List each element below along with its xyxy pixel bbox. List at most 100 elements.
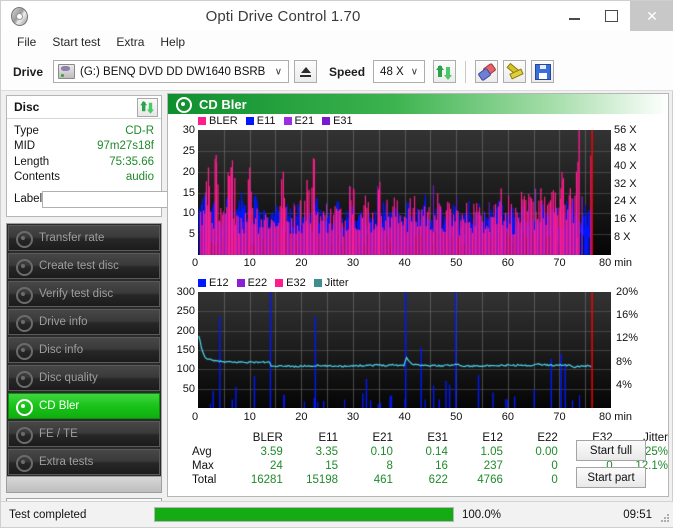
- sidebar-item-verify-test-disc[interactable]: Verify test disc: [8, 281, 160, 307]
- start-part-button[interactable]: Start part: [576, 467, 646, 488]
- speed-label: Speed: [329, 64, 366, 79]
- title-bar: Opti Drive Control 1.70 ✕: [1, 1, 673, 32]
- resize-grip-icon[interactable]: [660, 514, 670, 524]
- stats-col-header-e31: E31: [427, 432, 448, 444]
- bler-legend: BLER E11 E21 E31: [198, 115, 358, 127]
- legend-swatch-e31: [322, 117, 331, 125]
- bler-xtick-2: 20: [295, 257, 308, 269]
- save-button[interactable]: [531, 60, 555, 83]
- sidebar-item-cd-bler[interactable]: CD Bler: [8, 393, 160, 419]
- disc-row-contents-key: Contents: [14, 171, 61, 184]
- jitter-xtick-6: 60: [501, 411, 514, 423]
- start-part-label-box: Start part: [576, 467, 646, 488]
- disc-panel-title: Disc: [14, 100, 40, 114]
- menu-item-extra[interactable]: Extra: [108, 33, 152, 51]
- menu-item-file[interactable]: File: [9, 33, 44, 51]
- jitter-y2tick-0: 4%: [616, 378, 632, 391]
- erase-button[interactable]: [475, 60, 499, 83]
- disc-refresh-button[interactable]: [137, 97, 158, 117]
- jitter-plot-canvas[interactable]: [198, 292, 611, 408]
- sidebar-item-extra-tests[interactable]: Extra tests: [8, 449, 160, 475]
- sidebar-item-fe-te[interactable]: FE / TE: [8, 421, 160, 447]
- sidebar-label-transfer-rate: Transfer rate: [39, 232, 105, 244]
- jitter-xtick-4: 40: [398, 411, 411, 423]
- elapsed-time: 09:51: [623, 508, 652, 521]
- legend-swatch-e12: [198, 279, 206, 287]
- sidebar-label-verify-test-disc: Verify test disc: [39, 288, 114, 300]
- disc-icon-disc-info: [16, 342, 33, 360]
- disc-row-mid-key: MID: [14, 140, 36, 153]
- tools-button[interactable]: [503, 60, 527, 83]
- refresh-button[interactable]: [433, 60, 457, 83]
- opti-drive-control-window: Opti Drive Control 1.70 ✕ File Start tes…: [0, 0, 673, 528]
- cd-bler-card-header: CD Bler: [168, 94, 668, 114]
- disc-label-row: Label: [14, 188, 247, 210]
- refresh-icon-disc: [140, 101, 154, 114]
- jitter-xtick-3: 30: [346, 411, 360, 423]
- jitter-xtick-1: 10: [243, 411, 256, 423]
- stats-col-header-row-label: [186, 432, 228, 445]
- legend-swatch-e11: [245, 117, 254, 125]
- sidebar-item-drive-info[interactable]: Drive info: [8, 309, 160, 335]
- drive-icon: [58, 64, 76, 79]
- bler-xtick-1: 10: [243, 257, 256, 269]
- toolbar-divider: [465, 60, 467, 83]
- legend-swatch-e21: [283, 117, 292, 125]
- maximize-button[interactable]: [593, 1, 630, 31]
- stats-col-header-e11: E11: [318, 432, 339, 444]
- stats-cell-max-e21: 8: [386, 460, 393, 472]
- stats-cell-max-e11: 15: [325, 460, 339, 472]
- start-part-label: Start part: [587, 471, 635, 484]
- jitter-y2tick-1: 8%: [616, 355, 632, 368]
- sidebar-label-fe-te: FE / TE: [39, 428, 78, 440]
- progress-bar: [154, 507, 454, 522]
- disc-info-list: Type CD-R MID 97m27s18f Length 75:35.66 …: [7, 119, 247, 216]
- eject-button[interactable]: [294, 60, 318, 83]
- stats-col-header-e21: E21: [372, 432, 393, 444]
- stats-row-label-max: Max: [192, 460, 214, 472]
- eject-icon: [300, 66, 311, 73]
- jitter-ytick-2: 150: [176, 344, 195, 356]
- sidebar-item-disc-info[interactable]: Disc info: [8, 337, 160, 363]
- bler-ytick-0: 5: [188, 228, 195, 241]
- menu-item-help[interactable]: Help: [152, 33, 193, 51]
- menu-item-start-test[interactable]: Start test: [44, 33, 108, 51]
- legend-entry-e21: E21: [283, 115, 314, 127]
- legend-entry-jitter: Jitter: [313, 277, 349, 289]
- legend-entry-e12: E12: [198, 277, 229, 289]
- speed-select[interactable]: 48 X ∨: [373, 60, 426, 83]
- chevron-down-icon-speed: ∨: [410, 66, 419, 77]
- start-full-button[interactable]: Start full: [576, 440, 646, 461]
- cd-bler-card: CD Bler BLER E11 E21 E31 5 10 15 20 25 30 8 X 16 …: [167, 93, 669, 497]
- status-message: Test completed: [9, 508, 87, 521]
- bler-xtick-5: 50: [450, 257, 463, 269]
- disc-icon-fe-te: [16, 426, 33, 444]
- sidebar-item-transfer-rate[interactable]: Transfer rate: [8, 225, 160, 251]
- sidebar-item-disc-quality[interactable]: Disc quality: [8, 365, 160, 391]
- legend-entry-e32: E32: [275, 277, 306, 289]
- bler-xtick-0: 0: [192, 257, 199, 269]
- bler-plot-canvas[interactable]: [198, 130, 611, 255]
- disc-icon-cd-bler: [16, 398, 33, 416]
- toolbar: Drive (G:) BENQ DVD DD DW1640 BSRB ∨ Spe…: [1, 53, 673, 91]
- close-button[interactable]: ✕: [630, 1, 673, 31]
- bler-y2tick-0: 8 X: [614, 231, 631, 244]
- disc-icon-verify-test-disc: [16, 286, 33, 304]
- stats-cell-total-bler: 16281: [250, 474, 283, 486]
- jitter-ytick-3: 200: [176, 324, 195, 337]
- drive-select[interactable]: (G:) BENQ DVD DD DW1640 BSRB ∨: [53, 60, 290, 83]
- jitter-y2tick-3: 16%: [616, 309, 639, 322]
- disc-row-length-key: Length: [14, 155, 50, 168]
- jitter-ytick-0: 50: [182, 382, 195, 395]
- bler-ytick-2: 15: [182, 186, 195, 199]
- jitter-xtick-2: 20: [295, 411, 308, 423]
- sidebar-item-create-test-disc[interactable]: Create test disc: [8, 253, 160, 279]
- window-title: Opti Drive Control 1.70: [205, 7, 361, 25]
- legend-swatch-e32: [275, 279, 284, 287]
- minimize-button[interactable]: [556, 1, 593, 31]
- legend-entry-e31: E31: [322, 115, 353, 127]
- legend-swatch-e22: [236, 279, 245, 287]
- progress-percent: 100.0%: [462, 508, 502, 521]
- speed-select-value: 48 X: [380, 65, 404, 78]
- bler-ytick-5: 30: [182, 124, 195, 136]
